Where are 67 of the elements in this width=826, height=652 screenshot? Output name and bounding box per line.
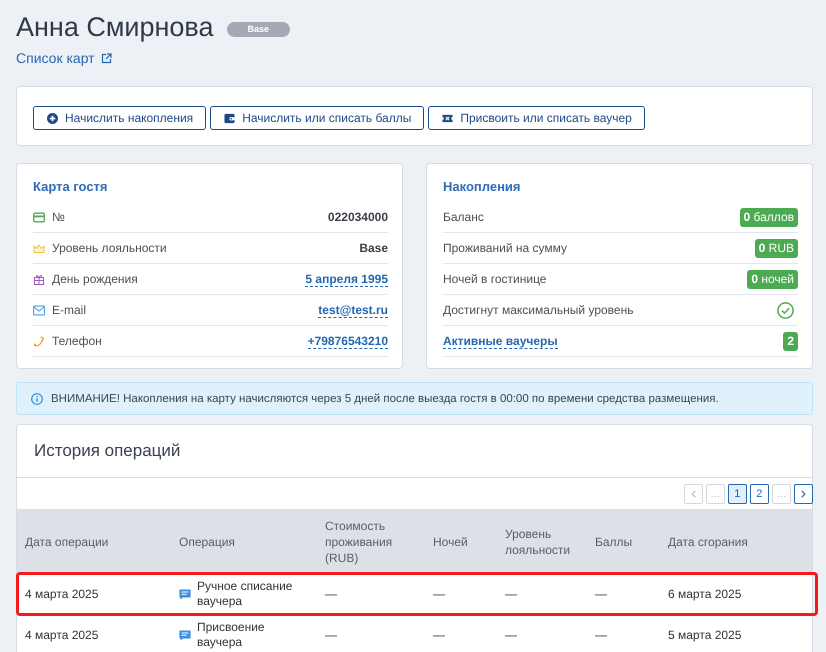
table-cell: 6 марта 2025: [668, 586, 742, 602]
value-badge: 0 баллов: [740, 208, 798, 226]
count-badge: 2: [783, 332, 798, 350]
table-cell: —: [433, 586, 445, 602]
plus-circle-icon: [47, 112, 58, 124]
card-list-link[interactable]: Список карт: [16, 50, 112, 66]
field-label: Проживаний на сумму: [443, 241, 568, 255]
field-link[interactable]: test@test.ru: [318, 302, 388, 318]
chevron-right-icon: [801, 490, 806, 498]
table-cell: 4 марта 2025: [25, 586, 98, 602]
external-link-icon: [100, 52, 112, 64]
column-header: Стоимость проживания (RUB): [325, 518, 394, 566]
column-header: Баллы: [595, 534, 632, 550]
field-label: E-mail: [52, 303, 88, 317]
action-button[interactable]: Присвоить или списать ваучер: [428, 106, 645, 130]
column-header: Дата операции: [25, 534, 108, 550]
field-label: Достигнут максимальный уровень: [443, 303, 634, 317]
card-icon: [33, 212, 45, 222]
level-badge: Base: [226, 22, 290, 36]
guest-name: Анна Смирнова: [16, 11, 214, 44]
info-icon: [31, 392, 43, 404]
value-badge: 0 ночей: [747, 270, 798, 288]
vouchers-link[interactable]: Активные ваучеры: [443, 334, 558, 348]
field-value: Base: [359, 241, 388, 255]
action-button[interactable]: Начислить накопления: [33, 106, 206, 130]
comment-icon: [179, 630, 191, 640]
table-cell: 4 марта 2025: [25, 628, 98, 642]
table-cell: —: [505, 586, 517, 602]
chevron-left-icon: [690, 490, 696, 498]
table-cell: —: [325, 628, 337, 642]
crown-icon: [33, 242, 45, 254]
field-label: Баланс: [443, 210, 485, 224]
field-label: Телефон: [52, 334, 103, 348]
section-title: История операций: [34, 441, 180, 461]
table-cell-text: Присвоение ваучера: [197, 620, 266, 650]
card-title: Накопления: [443, 178, 522, 196]
table-cell: 5 марта 2025: [668, 628, 742, 642]
value-badge: 0 RUB: [754, 238, 798, 258]
table-cell: —: [595, 628, 607, 642]
page-button[interactable]: 1: [728, 484, 747, 504]
field-label: №: [52, 210, 66, 224]
wallet-icon: [224, 112, 236, 124]
table-cell: —: [325, 586, 337, 602]
ticket-icon: [442, 112, 454, 124]
column-header: Дата сгорания: [668, 534, 748, 550]
column-header: Операция: [179, 534, 235, 550]
field-label: Уровень лояльности: [52, 241, 168, 255]
table-cell: —: [433, 628, 445, 642]
phone-icon: [33, 336, 45, 346]
table-cell: —: [595, 586, 607, 602]
comment-icon: [179, 588, 191, 600]
column-header: Уровень лояльности: [505, 526, 572, 558]
notice-text: ВНИМАНИЕ! Накопления на карту начисляются через 5 дней после выезда гостя в 00:00 по времени средства размещения.: [51, 392, 719, 404]
field-label: День рождения: [52, 272, 139, 286]
field-link[interactable]: 5 апреля 1995: [305, 272, 388, 286]
gift-icon: [33, 274, 45, 284]
field-value: 022034000: [328, 210, 388, 224]
table-cell: —: [505, 628, 517, 642]
card-title: Карта гостя: [33, 178, 108, 196]
field-label: Ночей в гостинице: [443, 272, 548, 286]
page-button[interactable]: 2: [750, 484, 769, 504]
next-page-button[interactable]: [794, 484, 813, 504]
action-button[interactable]: Начислить или списать баллы: [210, 106, 424, 130]
envelope-icon: [33, 304, 45, 316]
field-link[interactable]: +79876543210: [308, 334, 388, 348]
column-header: Ночей: [433, 534, 468, 550]
table-cell-text: Ручное списание ваучера: [197, 579, 294, 609]
